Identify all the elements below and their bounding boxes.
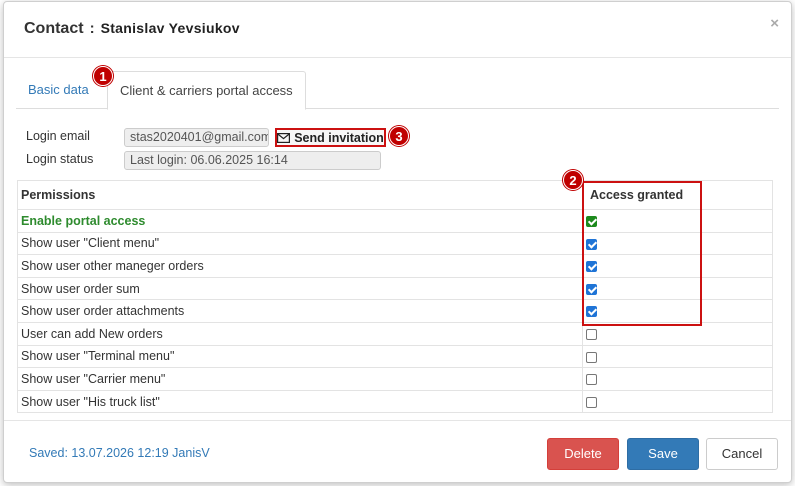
permission-row: User can add New orders xyxy=(17,321,773,346)
title-label: Contact xyxy=(24,20,84,37)
callout-badge-2: 2 xyxy=(563,170,583,190)
access-checkbox[interactable] xyxy=(586,351,597,363)
permissions-table: Permissions Access granted Enable portal… xyxy=(17,180,773,414)
permission-row: Enable portal access xyxy=(17,209,773,233)
permission-row: Show user "His truck list" xyxy=(17,389,773,414)
access-cell xyxy=(582,231,773,256)
access-checkbox[interactable] xyxy=(586,328,597,340)
access-cell xyxy=(582,299,773,323)
permission-row: Show user other maneger orders xyxy=(17,254,773,278)
permission-row: Show user order attachments xyxy=(17,299,773,323)
access-cell xyxy=(582,209,773,233)
saved-status-text: Saved: 13.07.2026 12:19 JanisV xyxy=(29,446,210,460)
login-status-label: Login status xyxy=(26,152,94,166)
permission-label: Show user "His truck list" xyxy=(17,389,583,414)
modal-header: Contact : Stanislav Yevsiukov × xyxy=(4,2,791,58)
access-checkbox[interactable] xyxy=(586,396,597,408)
permission-label: Enable portal access xyxy=(17,209,583,233)
permission-label: Show user "Terminal menu" xyxy=(17,344,583,369)
delete-button[interactable]: Delete xyxy=(547,438,619,470)
permission-label: Show user "Carrier menu" xyxy=(17,367,583,391)
permission-row: Show user "Terminal menu" xyxy=(17,344,773,369)
access-granted-column-header: Access granted xyxy=(582,180,773,210)
permissions-header-row: Permissions Access granted xyxy=(17,180,773,210)
permission-label: Show user order attachments xyxy=(17,299,583,323)
access-checkbox[interactable] xyxy=(586,216,597,227)
permission-label: Show user "Client menu" xyxy=(17,231,583,256)
modal-footer: Saved: 13.07.2026 12:19 JanisV Delete Sa… xyxy=(4,420,791,484)
permission-label: Show user order sum xyxy=(17,276,583,301)
permission-label: User can add New orders xyxy=(17,321,583,346)
envelope-icon xyxy=(277,132,291,143)
save-button[interactable]: Save xyxy=(627,438,699,470)
callout-badge-3: 3 xyxy=(389,126,409,146)
permission-label: Show user other maneger orders xyxy=(17,254,583,278)
access-checkbox[interactable] xyxy=(586,306,597,318)
access-cell xyxy=(582,276,773,301)
contact-modal: Contact : Stanislav Yevsiukov × Basic da… xyxy=(3,1,792,483)
login-email-field[interactable]: stas2020401@gmail.com xyxy=(124,128,269,147)
tab-basic-data[interactable]: Basic data xyxy=(16,71,101,109)
access-checkbox[interactable] xyxy=(586,374,597,386)
access-cell xyxy=(582,344,773,369)
modal-title: Contact : Stanislav Yevsiukov xyxy=(24,20,240,38)
cancel-button[interactable]: Cancel xyxy=(706,438,778,470)
close-icon[interactable]: × xyxy=(770,15,779,32)
access-cell xyxy=(582,389,773,414)
permission-row: Show user order sum xyxy=(17,276,773,301)
access-checkbox[interactable] xyxy=(586,283,597,295)
login-status-field: Last login: 06.06.2025 16:14 xyxy=(124,151,381,170)
access-cell xyxy=(582,254,773,278)
callout-badge-1: 1 xyxy=(93,66,113,86)
send-invitation-label: Send invitation xyxy=(294,130,384,145)
access-checkbox[interactable] xyxy=(586,238,597,250)
access-cell xyxy=(582,367,773,391)
tab-bar: Basic data Client & carriers portal acce… xyxy=(16,71,779,110)
access-cell xyxy=(582,321,773,346)
permissions-column-header: Permissions xyxy=(17,180,583,210)
contact-name: Stanislav Yevsiukov xyxy=(100,20,240,36)
permission-row: Show user "Client menu" xyxy=(17,231,773,256)
permission-row: Show user "Carrier menu" xyxy=(17,367,773,391)
title-separator: : xyxy=(89,20,95,37)
send-invitation-button[interactable]: Send invitation xyxy=(275,128,386,147)
login-email-label: Login email xyxy=(26,129,90,143)
access-checkbox[interactable] xyxy=(586,261,597,273)
tab-portal-access[interactable]: Client & carriers portal access xyxy=(107,71,306,110)
